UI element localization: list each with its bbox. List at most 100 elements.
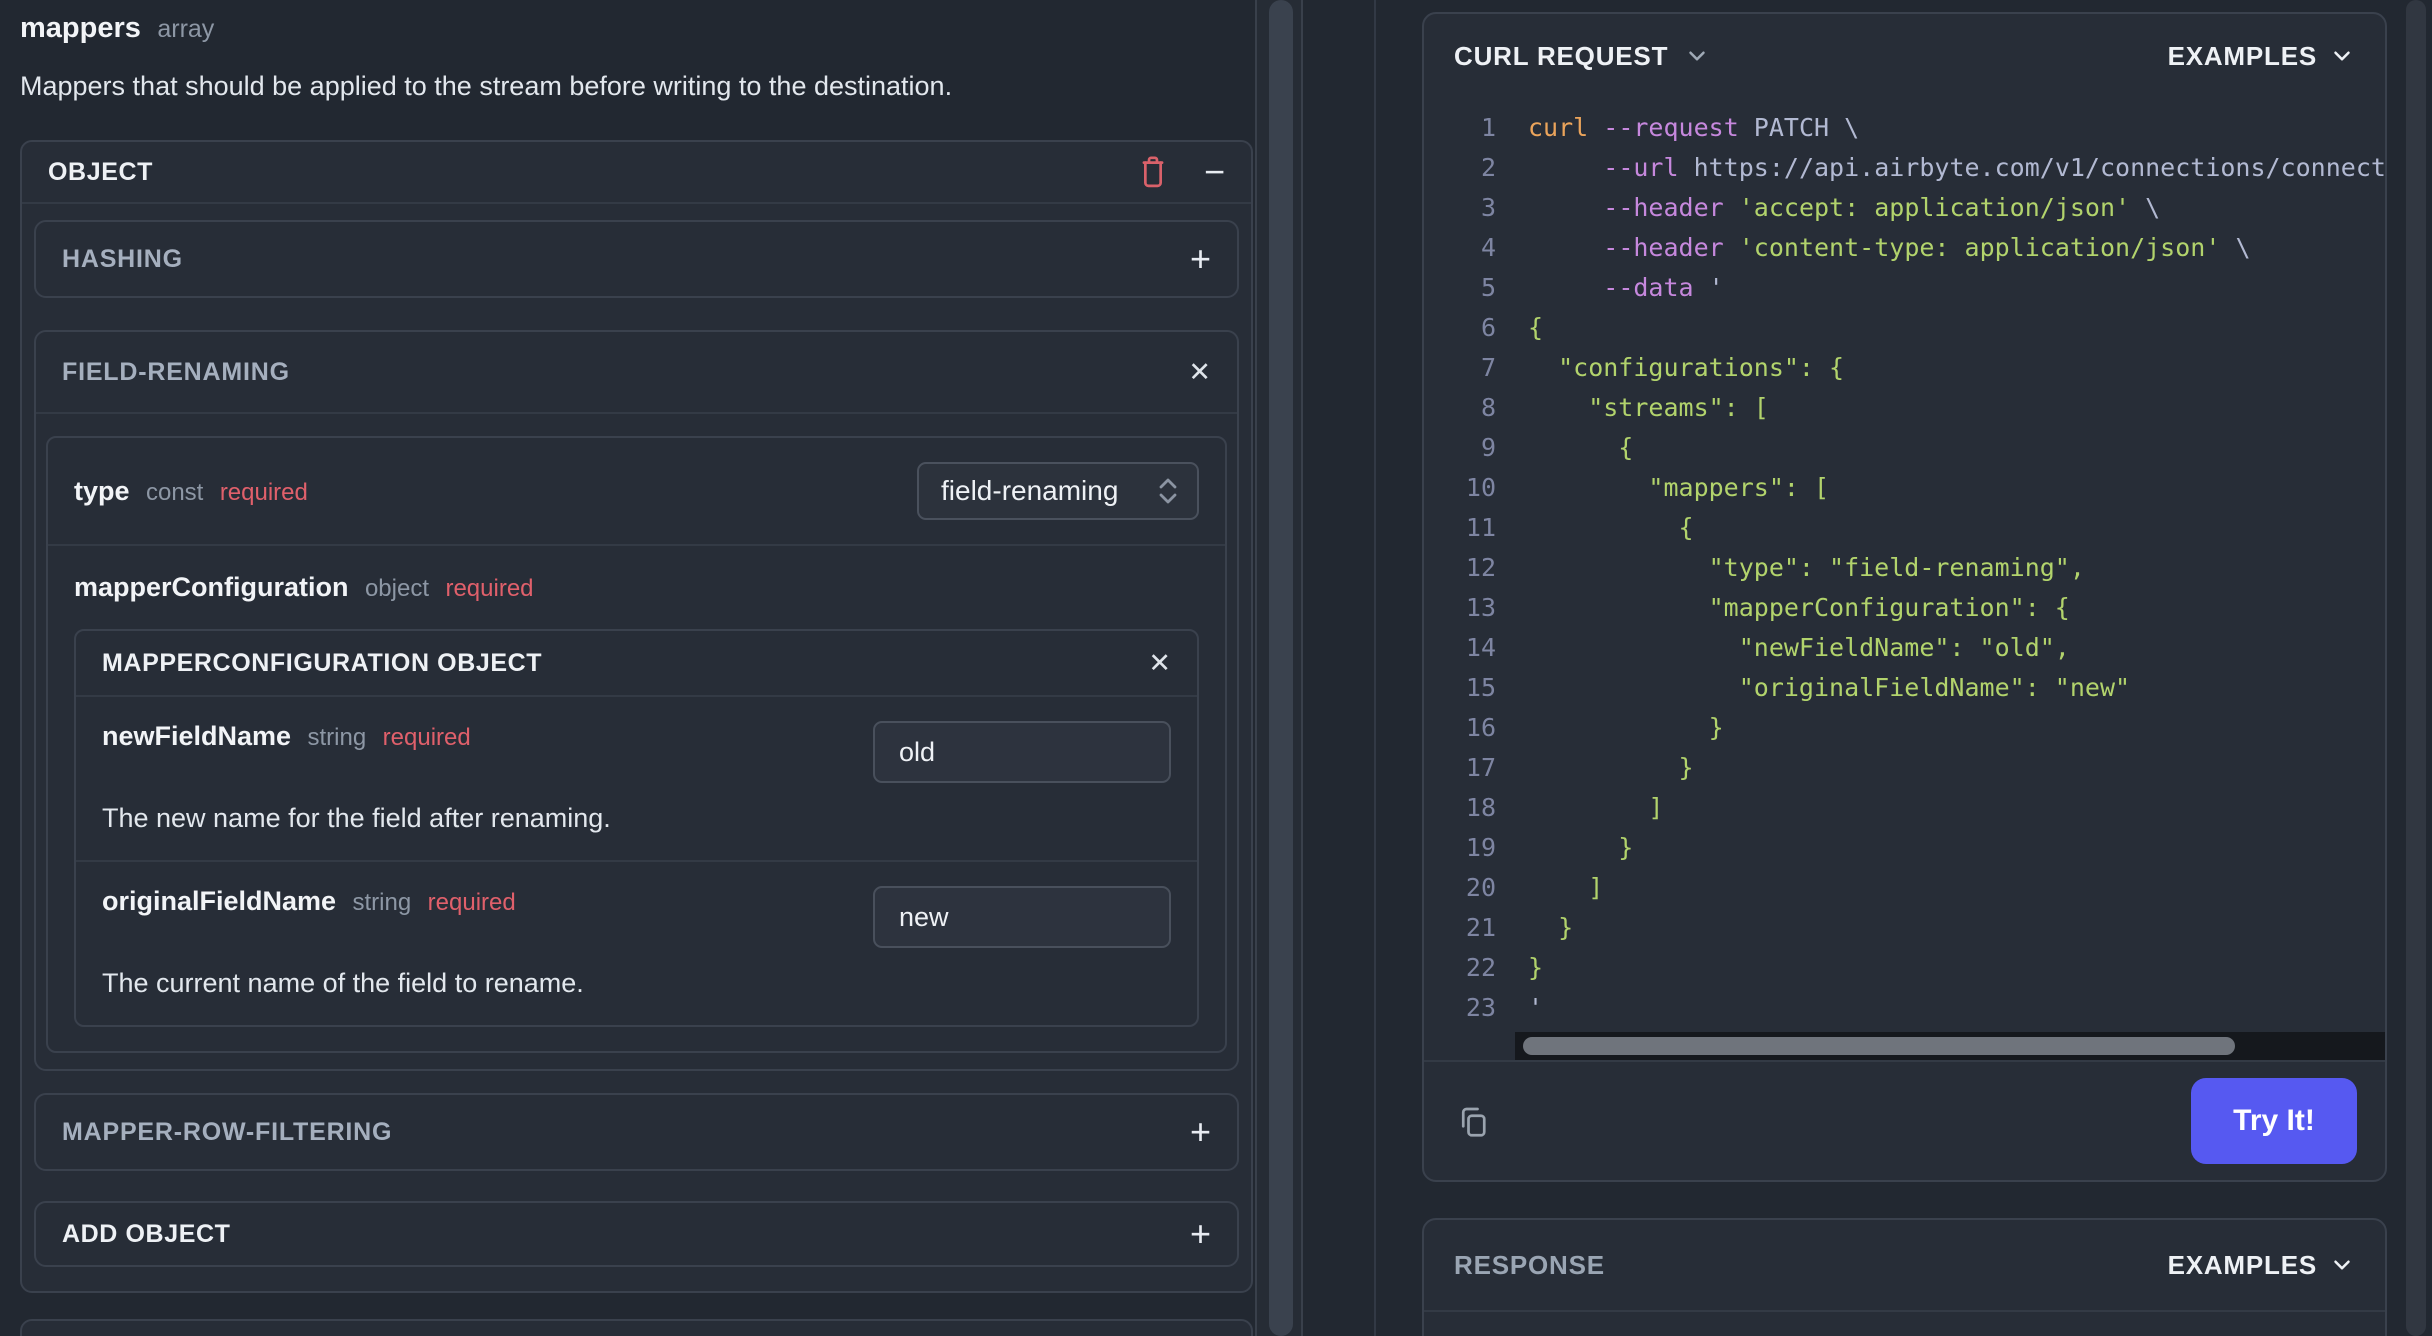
trash-icon: [1142, 156, 1164, 188]
curl-request-header: CURL REQUEST EXAMPLES: [1424, 14, 2385, 98]
field-renaming-header[interactable]: FIELD-RENAMING ✕: [36, 332, 1237, 414]
line-number: 22: [1465, 953, 1496, 982]
line-number: 3: [1480, 193, 1496, 222]
code-line: 19 }: [1424, 828, 2385, 868]
hashing-expand-button[interactable]: +: [1190, 241, 1211, 277]
request-footer: Try It!: [1424, 1060, 2385, 1180]
mapper-configuration-kind: object: [364, 575, 429, 602]
new-field-name-row: newFieldName string required The new nam…: [76, 697, 1197, 860]
line-number: 16: [1465, 713, 1496, 742]
mapper-row-filtering-title: MAPPER-ROW-FILTERING: [62, 1117, 393, 1146]
code-block[interactable]: 1 curl --request PATCH \ 2 --url https://a…: [1424, 98, 2385, 1032]
hashing-title: HASHING: [62, 244, 183, 273]
mapper-configuration-close-button[interactable]: ✕: [1148, 649, 1171, 677]
code-line: 3 --header 'accept: application/json' \: [1424, 188, 2385, 228]
line-number: 19: [1465, 833, 1496, 862]
mapper-row-filtering-expand-button[interactable]: +: [1190, 1114, 1211, 1150]
code-line: 6{: [1424, 308, 2385, 348]
doc-scrollbar-thumb[interactable]: [1269, 0, 1293, 1336]
line-number: 8: [1480, 393, 1496, 422]
code-hscrollbar-thumb[interactable]: [1523, 1037, 2235, 1055]
curl-request-title: CURL REQUEST: [1454, 40, 1669, 71]
add-object-inner-button[interactable]: ADD OBJECT +: [34, 1201, 1239, 1267]
code-line: 22}: [1424, 948, 2385, 988]
new-field-name-input[interactable]: [873, 721, 1171, 783]
schema-column: mappers array Mappers that should be app…: [0, 0, 1257, 1336]
response-panel: RESPONSE EXAMPLES: [1422, 1218, 2387, 1336]
mapper-configuration-title: MAPPERCONFIGURATION OBJECT: [102, 648, 543, 677]
add-object-inner-label: ADD OBJECT: [62, 1219, 231, 1248]
new-field-name-kind: string: [307, 724, 367, 751]
chevron-up-down-icon: [1159, 478, 1177, 504]
line-number: 5: [1480, 273, 1496, 302]
hashing-section[interactable]: HASHING +: [34, 220, 1239, 298]
api-reference-page: mappers array Mappers that should be app…: [0, 0, 2432, 1336]
code-hscrollbar-track: [1515, 1032, 2385, 1060]
code-line: 1 curl --request PATCH \: [1424, 108, 2385, 148]
code-line: 18 ]: [1424, 788, 2385, 828]
code-line: 23 ': [1424, 988, 2385, 1028]
type-property-name: type: [74, 475, 130, 506]
code-line: 14 "newFieldName": "old",: [1424, 628, 2385, 668]
line-number: 4: [1480, 233, 1496, 262]
delete-object-button[interactable]: [1136, 153, 1170, 191]
original-field-name-input[interactable]: [873, 886, 1171, 948]
doc-scrollbar-track: [1257, 0, 1303, 1336]
collapse-object-button[interactable]: −: [1204, 154, 1225, 190]
response-examples-dropdown[interactable]: EXAMPLES: [2168, 1250, 2355, 1281]
api-console-column: CURL REQUEST EXAMPLES 1 curl --request PA…: [1374, 0, 2432, 1336]
original-field-name-description: The current name of the field to rename.: [102, 968, 584, 998]
type-select[interactable]: field-renaming: [917, 462, 1199, 520]
code-line: 21 }: [1424, 908, 2385, 948]
chevron-down-icon: [2334, 51, 2350, 61]
new-field-name-description: The new name for the field after renamin…: [102, 803, 611, 833]
request-examples-dropdown[interactable]: EXAMPLES: [2168, 41, 2355, 72]
field-renaming-close-button[interactable]: ✕: [1188, 358, 1211, 386]
code-line: 4 --header 'content-type: application/js…: [1424, 228, 2385, 268]
response-title: RESPONSE: [1454, 1249, 1605, 1280]
mapper-configuration-label-row: mapperConfiguration object required: [74, 572, 1199, 603]
original-field-name-label: originalFieldName: [102, 886, 337, 916]
try-it-button[interactable]: Try It!: [2191, 1078, 2357, 1164]
original-field-name-required: required: [427, 889, 516, 916]
line-number: 17: [1465, 753, 1496, 782]
field-name: mappers: [20, 12, 141, 44]
copy-code-button[interactable]: [1452, 1100, 1494, 1142]
original-field-name-row: originalFieldName string required The cu…: [76, 862, 1197, 1025]
code-line: 15 "originalFieldName": "new": [1424, 668, 2385, 708]
field-type: array: [157, 15, 215, 43]
curl-request-selector[interactable]: CURL REQUEST: [1454, 41, 1710, 72]
request-examples-label: EXAMPLES: [2167, 40, 2317, 71]
code-line: 2 --url https://api.airbyte.com/v1/conne…: [1424, 148, 2385, 188]
line-number: 15: [1465, 673, 1496, 702]
mapper-configuration-panel: MAPPERCONFIGURATION OBJECT ✕ newFieldNam…: [74, 629, 1199, 1027]
field-heading: mappers array: [20, 12, 1253, 45]
line-number: 7: [1480, 353, 1496, 382]
type-property-row: type const required field-renaming: [48, 438, 1225, 544]
code-line: 17 }: [1424, 748, 2385, 788]
mapper-configuration-header: MAPPERCONFIGURATION OBJECT ✕: [76, 631, 1197, 697]
line-number: 1: [1480, 113, 1496, 142]
object-panel-title: OBJECT: [48, 157, 154, 186]
field-description: Mappers that should be applied to the st…: [20, 71, 953, 101]
add-object-outer-button[interactable]: ADD OBJECT +: [20, 1319, 1253, 1336]
code-line: 13 "mapperConfiguration": {: [1424, 588, 2385, 628]
object-panel: OBJECT − HASHING + FIELD-RENAMING ✕ type…: [20, 140, 1253, 1293]
mapper-configuration-required: required: [445, 575, 534, 602]
response-examples-label: EXAMPLES: [2167, 1249, 2317, 1280]
field-renaming-title: FIELD-RENAMING: [62, 357, 290, 386]
code-line: 11 {: [1424, 508, 2385, 548]
line-number: 2: [1480, 153, 1496, 182]
line-number: 10: [1465, 473, 1496, 502]
code-line: 16 }: [1424, 708, 2385, 748]
type-property-required: required: [219, 478, 308, 506]
original-field-name-kind: string: [352, 889, 412, 916]
line-number: 14: [1465, 633, 1496, 662]
mapper-row-filtering-section[interactable]: MAPPER-ROW-FILTERING +: [34, 1093, 1239, 1171]
copy-icon: [1461, 1107, 1486, 1137]
line-number: 23: [1465, 993, 1496, 1022]
line-number: 12: [1465, 553, 1496, 582]
line-number: 20: [1465, 873, 1496, 902]
new-field-name-label: newFieldName: [102, 721, 292, 751]
page-scrollbar-thumb[interactable]: [2406, 0, 2426, 1336]
